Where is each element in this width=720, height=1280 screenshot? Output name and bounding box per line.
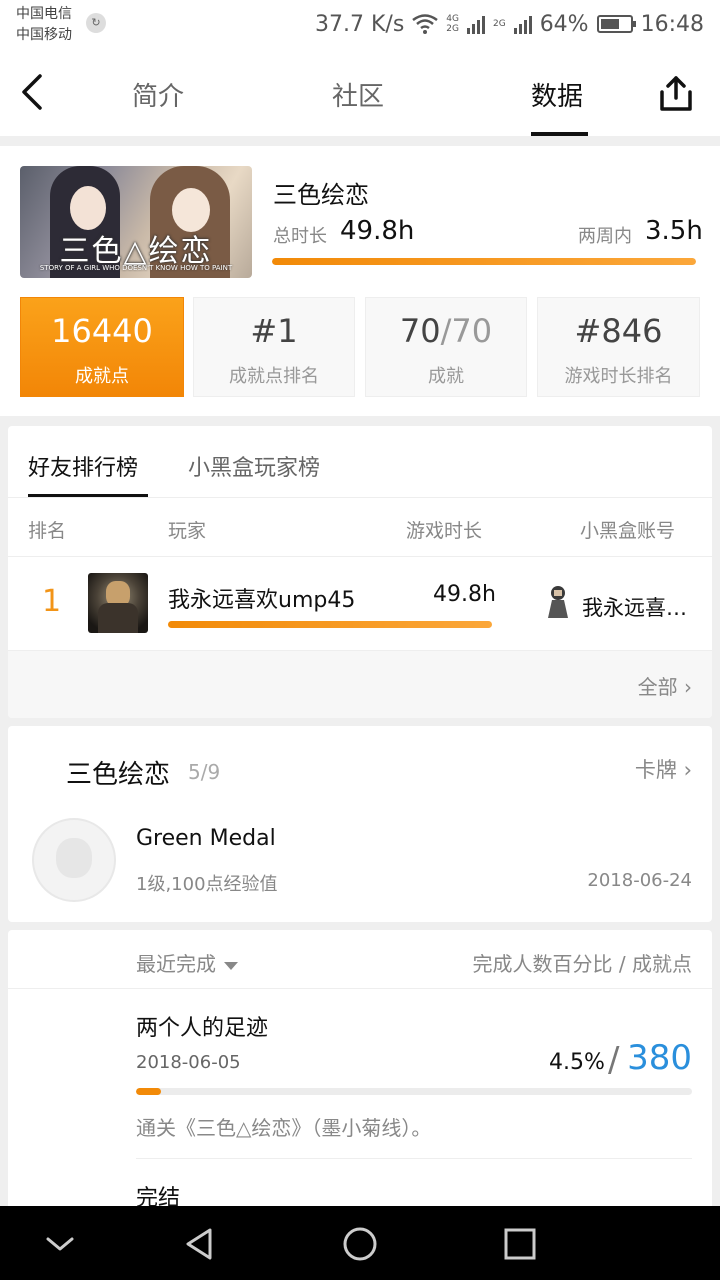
divider <box>8 988 712 989</box>
carrier-2: 中国移动 <box>16 27 72 43</box>
signal-1-icon <box>466 14 485 34</box>
player-name[interactable]: 我永远喜欢ump45 <box>168 582 355 614</box>
sort-dropdown[interactable]: 最近完成 <box>136 948 238 977</box>
divider <box>8 497 712 498</box>
wifi-icon <box>412 14 439 34</box>
signal-2-icon <box>513 14 532 34</box>
sort-dropdown-label: 最近完成 <box>136 952 216 976</box>
column-header-player: 玩家 <box>168 520 207 542</box>
stat-label: 游戏时长排名 <box>564 366 673 387</box>
leaderboard-footer: 全部 › <box>8 650 712 718</box>
player-playtime: 49.8h <box>433 582 496 607</box>
cover-face-1 <box>70 186 106 230</box>
nav-home-icon[interactable] <box>340 1224 380 1264</box>
back-button[interactable] <box>14 70 54 114</box>
tab-heybox-ranking[interactable]: 小黑盒玩家榜 <box>188 450 320 482</box>
battery-percent: 64% <box>539 11 589 37</box>
stat-points-rank[interactable]: #1 成就点排名 <box>193 297 355 397</box>
carrier-names: 中国电信 中国移动 <box>16 4 72 46</box>
sync-icon: ↻ <box>86 13 106 33</box>
game-title: 三色绘恋 <box>273 181 369 209</box>
view-all-link[interactable]: 全部 › <box>638 671 692 700</box>
share-icon <box>660 76 692 111</box>
cover-subtitle: STORY OF A GIRL WHO DOESN'T KNOW HOW TO … <box>39 264 233 272</box>
network-type-2: 2G <box>492 19 506 29</box>
divider <box>8 556 712 557</box>
stat-value: 70/70 <box>366 312 526 352</box>
medal-face <box>56 838 92 878</box>
battery-icon <box>596 15 636 33</box>
player-playtime-bar <box>168 621 492 628</box>
tab-friends-ranking[interactable]: 好友排行榜 <box>28 450 138 482</box>
network-speed: 37.7 K/s <box>315 11 405 37</box>
achievement-progress-bar <box>136 1088 692 1095</box>
network-type-1: 4G 2G <box>446 14 459 34</box>
collapse-chevron-icon[interactable] <box>40 1224 80 1264</box>
leaderboard-card: 好友排行榜 小黑盒玩家榜 排名 玩家 游戏时长 小黑盒账号 1 我永远喜欢ump… <box>8 426 712 718</box>
divider <box>136 1158 692 1159</box>
heybox-account-name[interactable]: 我永远喜… <box>582 592 687 622</box>
recent-columns-label: 完成人数百分比 / 成就点 <box>472 952 692 976</box>
share-button[interactable] <box>656 74 696 114</box>
stat-value: #846 <box>574 312 663 350</box>
active-tab-indicator <box>531 132 588 136</box>
system-nav-bar <box>0 1206 720 1280</box>
stat-playtime-rank[interactable]: #846 游戏时长排名 <box>537 297 700 397</box>
nav-back-icon[interactable] <box>180 1224 220 1264</box>
battery-level <box>600 19 619 29</box>
player-playtime-fill <box>168 621 492 628</box>
column-header-rank: 排名 <box>28 520 67 542</box>
game-cover-image[interactable]: 三色△绘恋 STORY OF A GIRL WHO DOESN'T KNOW H… <box>20 166 252 278</box>
playtime-progress-fill <box>272 258 696 265</box>
status-bar: 中国电信 中国移动 ↻ 37.7 K/s 4G 2G 2G 64% 16:48 <box>0 0 720 50</box>
achievement-description: 通关《三色△绘恋》（墨小菊线）。 <box>136 1116 432 1140</box>
tab-community[interactable]: 社区 <box>332 76 384 120</box>
back-arrow-icon <box>22 74 42 110</box>
stat-value: 16440 <box>51 312 153 350</box>
column-header-playtime: 游戏时长 <box>406 520 483 542</box>
medal-icon <box>32 818 116 902</box>
tab-data[interactable]: 数据 <box>531 76 588 136</box>
status-icons: 37.7 K/s 4G 2G 2G 64% 16:48 <box>315 10 704 38</box>
stat-achievement-points[interactable]: 16440 成就点 <box>20 297 184 397</box>
total-playtime-value: 49.8h <box>340 216 415 246</box>
column-header-account: 小黑盒账号 <box>580 520 676 542</box>
achievements-total: /70 <box>440 312 493 350</box>
recent-achievements-card: 最近完成 完成人数百分比 / 成就点 两个人的足迹 2018-06-05 4.5… <box>8 930 712 1210</box>
achievement-date: 2018-06-05 <box>136 1052 241 1073</box>
achievements-card: 三色绘恋 5/9 卡牌 › Green Medal 1级,100点经验值 201… <box>8 726 712 922</box>
clock: 16:48 <box>640 11 704 37</box>
stat-label: 成就点排名 <box>229 366 319 387</box>
achievements-done: 70 <box>399 312 441 350</box>
achievement-points: 380 <box>627 1038 692 1078</box>
nav-recents-icon[interactable] <box>500 1224 540 1264</box>
medal-date: 2018-06-24 <box>587 870 692 891</box>
player-avatar[interactable] <box>88 573 148 633</box>
stat-value: #1 <box>250 312 298 350</box>
carrier-1: 中国电信 <box>16 6 72 22</box>
achievements-card-count: 5/9 <box>188 760 221 784</box>
two-week-playtime-value: 3.5h <box>645 216 703 246</box>
tab-data-label: 数据 <box>531 82 584 112</box>
stat-label: 成就 <box>428 366 464 387</box>
achievement-separator: / <box>608 1040 620 1080</box>
achievement-progress-fill <box>136 1088 162 1095</box>
cards-link[interactable]: 卡牌 › <box>635 754 692 784</box>
stat-label: 成就点 <box>75 366 129 387</box>
heybox-avatar-icon[interactable] <box>544 584 572 620</box>
caret-down-icon <box>224 961 238 970</box>
achievement-name: 两个人的足迹 <box>136 1016 269 1041</box>
tab-intro[interactable]: 简介 <box>132 76 184 120</box>
medal-description: 1级,100点经验值 <box>136 874 278 895</box>
playtime-progress-bar <box>272 258 696 265</box>
medal-name: Green Medal <box>136 826 276 851</box>
achievements-card-title: 三色绘恋 <box>66 760 171 790</box>
top-nav: 简介 社区 数据 <box>0 50 720 136</box>
row-rank: 1 <box>42 584 62 619</box>
achievement-percent: 4.5% <box>549 1050 605 1075</box>
total-playtime-label: 总时长 <box>273 226 327 247</box>
stat-achievements[interactable]: 70/70 成就 <box>365 297 527 397</box>
two-week-playtime-label: 两周内 <box>578 226 632 247</box>
